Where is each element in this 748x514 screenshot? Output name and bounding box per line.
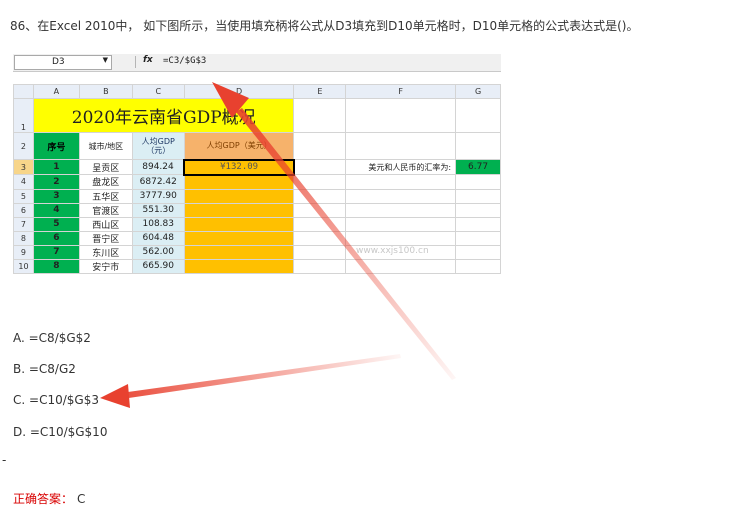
arrow-to-option-c	[100, 354, 401, 408]
arrow-shaft	[236, 108, 456, 380]
arrow-to-formula	[212, 82, 456, 380]
arrow-head	[100, 384, 130, 408]
arrow-shaft	[121, 354, 401, 399]
annotation-arrows	[100, 82, 456, 408]
